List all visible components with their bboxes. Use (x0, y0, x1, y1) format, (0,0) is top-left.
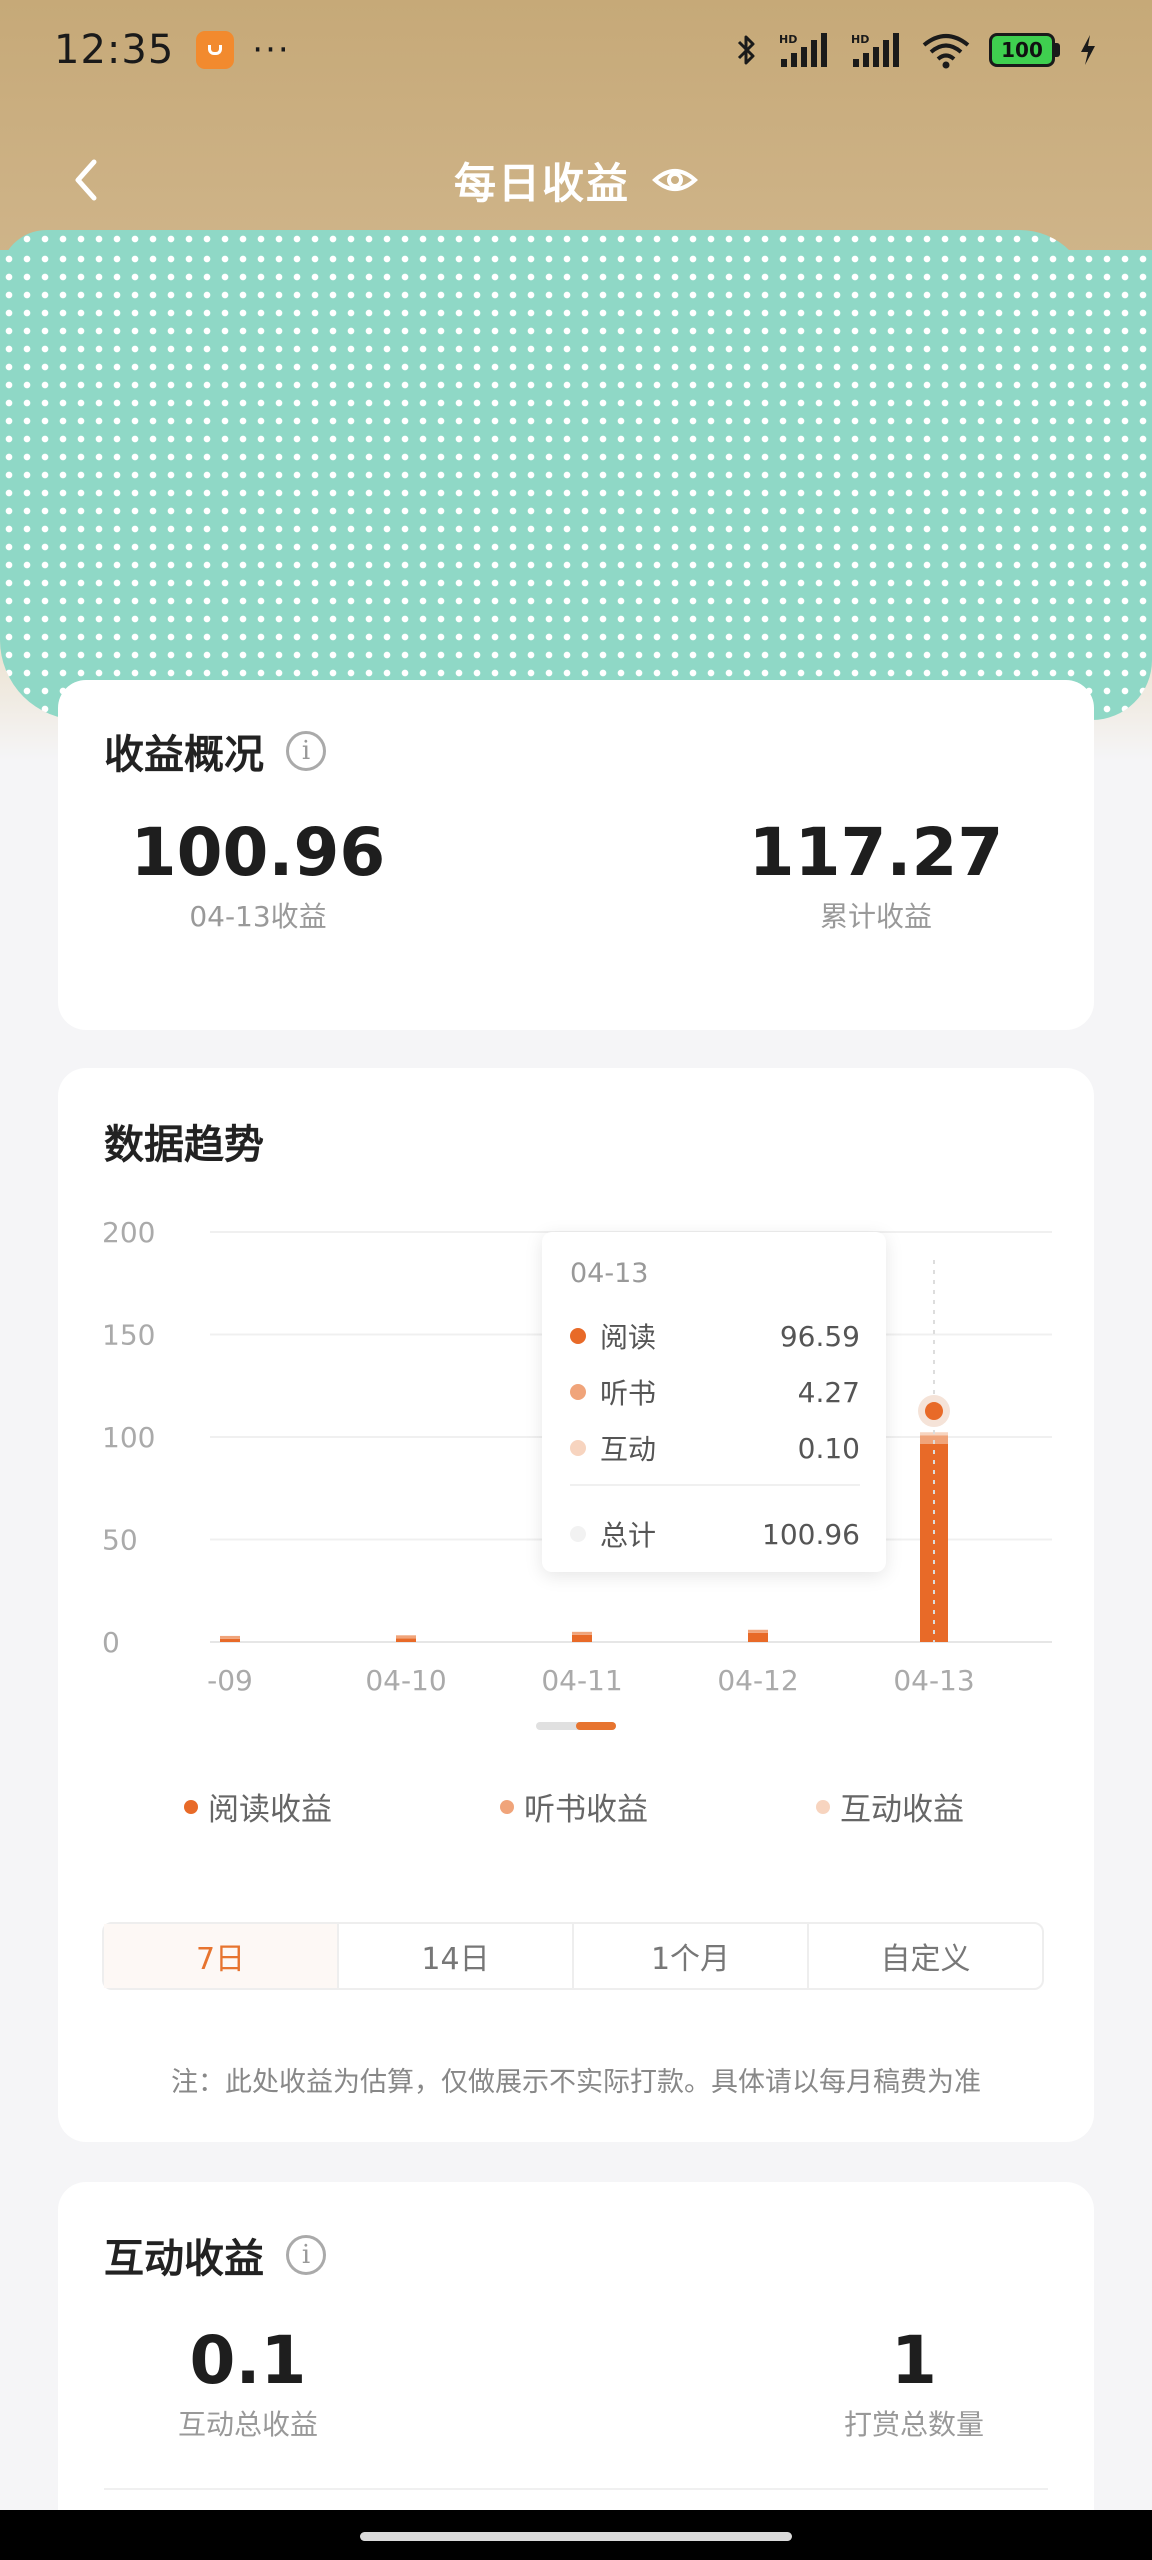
app-icon (196, 31, 235, 69)
legend-dot (184, 1799, 198, 1814)
bar-听书收益[interactable] (572, 1631, 592, 1635)
tooltip-total-label: 总计 (600, 1519, 657, 1552)
legend-dot (570, 1384, 586, 1400)
legend-dot (570, 1526, 586, 1542)
status-icons: HD HD 100 (735, 31, 1098, 69)
signal-hd-icon: HD (851, 33, 899, 67)
tooltip-label: 互动 (600, 1433, 657, 1466)
total-earnings: 117.27 累计收益 (746, 814, 1006, 935)
svg-text:HD: HD (779, 33, 797, 46)
legend-read[interactable]: 阅读收益 (184, 1784, 332, 1829)
y-tick-label: 0 (102, 1626, 120, 1659)
legend-dot (570, 1440, 586, 1456)
range-7-days[interactable]: 7日 (104, 1924, 339, 1988)
info-icon[interactable]: i (286, 2235, 326, 2275)
overview-card: 收益概况 i 100.96 04-13收益 117.27 累计收益 (58, 680, 1094, 1030)
legend-label: 听书收益 (524, 1792, 648, 1828)
range-custom[interactable]: 自定义 (809, 1924, 1042, 1988)
charging-icon (1081, 35, 1095, 65)
tooltip-value: 4.27 (797, 1375, 860, 1409)
range-14-days[interactable]: 14日 (339, 1924, 574, 1988)
chart-scroll-thumb[interactable] (576, 1722, 616, 1730)
interaction-total-label: 互动总收益 (177, 2408, 318, 2441)
bar-阅读收益[interactable] (572, 1634, 592, 1642)
tooltip-row: 听书 4.27 (570, 1372, 860, 1412)
interaction-card: 互动收益 i 0.1 互动总收益 1 打赏总数量 (58, 2182, 1094, 2560)
legend-dot (816, 1799, 830, 1814)
x-tick-label: 04-13 (893, 1664, 974, 1697)
battery-icon: 100 (989, 33, 1055, 67)
x-tick-label: 04-10 (365, 1664, 446, 1697)
total-earnings-label: 累计收益 (819, 900, 932, 933)
y-tick-label: 100 (102, 1421, 155, 1454)
chart-scroll-track[interactable] (536, 1722, 616, 1730)
y-tick-label: 150 (102, 1319, 155, 1352)
tooltip-row: 互动 0.10 (570, 1428, 860, 1468)
bluetooth-icon (737, 35, 755, 65)
bar-听书收益[interactable] (748, 1629, 768, 1633)
legend-listen[interactable]: 听书收益 (500, 1784, 648, 1829)
bar-阅读收益[interactable] (220, 1638, 240, 1642)
daily-earnings-label: 04-13收益 (189, 900, 327, 933)
legend-dot (500, 1799, 514, 1814)
tooltip-total-value: 100.96 (762, 1517, 860, 1551)
tooltip-divider (570, 1484, 860, 1486)
y-tick-label: 50 (102, 1524, 138, 1557)
tip-count-value: 1 (891, 2322, 937, 2399)
interaction-total-value: 0.1 (189, 2322, 307, 2399)
status-time: 12:35 (54, 27, 175, 73)
chevron-left-icon[interactable] (60, 152, 116, 208)
daily-earnings-value: 100.96 (130, 814, 386, 891)
legend-interact[interactable]: 互动收益 (816, 1784, 964, 1829)
tip-count: 1 打赏总数量 (794, 2322, 1034, 2443)
redaction-mask (0, 250, 1152, 720)
range-selector: 7日 14日 1个月 自定义 (102, 1922, 1044, 1990)
total-earnings-value: 117.27 (748, 814, 1004, 891)
navigation-bar: 每日收益 (0, 130, 1152, 230)
daily-earnings: 100.96 04-13收益 (128, 814, 388, 935)
tooltip-value: 0.10 (797, 1431, 860, 1465)
interaction-title: 互动收益 (104, 2236, 264, 2282)
chart-tooltip: 04-13 阅读 96.59 听书 4.27 互动 0.10 总计 100.96 (542, 1232, 886, 1572)
range-1-month[interactable]: 1个月 (574, 1924, 809, 1988)
battery-nub (1055, 43, 1060, 57)
bar-听书收益[interactable] (396, 1635, 416, 1639)
legend-dot (570, 1328, 586, 1344)
battery-level: 100 (1001, 38, 1043, 62)
trend-title: 数据趋势 (104, 1122, 264, 1168)
bar-阅读收益[interactable] (396, 1638, 416, 1642)
svg-text:HD: HD (851, 33, 869, 46)
y-tick-label: 200 (102, 1216, 155, 1249)
x-tick-label: -09 (207, 1664, 253, 1697)
legend-label: 互动收益 (840, 1792, 964, 1828)
interaction-total: 0.1 互动总收益 (128, 2322, 368, 2443)
x-tick-label: 04-12 (717, 1664, 798, 1697)
overview-title: 收益概况 (104, 732, 264, 778)
page-title: 每日收益 (453, 158, 630, 208)
x-tick-label: 04-11 (541, 1664, 622, 1697)
eye-icon[interactable] (652, 157, 698, 203)
legend-label: 阅读收益 (208, 1792, 332, 1828)
tooltip-date: 04-13 (570, 1258, 649, 1289)
divider (104, 2488, 1048, 2490)
tooltip-total-row: 总计 100.96 (570, 1514, 860, 1554)
tooltip-label: 听书 (600, 1377, 657, 1410)
bar-听书收益[interactable] (220, 1635, 240, 1639)
highlight-point[interactable] (925, 1402, 943, 1421)
signal-hd-icon: HD (779, 33, 827, 67)
status-bar: 12:35 ··· HD HD 100 (0, 0, 1152, 100)
bar-阅读收益[interactable] (748, 1632, 768, 1642)
tooltip-label: 阅读 (600, 1321, 657, 1354)
wifi-icon (922, 34, 970, 69)
tip-count-label: 打赏总数量 (843, 2408, 984, 2441)
tooltip-row: 阅读 96.59 (570, 1316, 860, 1356)
disclaimer-note: 注：此处收益为估算，仅做展示不实际打款。具体请以每月稿费为准 (171, 2067, 981, 2098)
tooltip-value: 96.59 (779, 1319, 860, 1353)
more-notifications-icon: ··· (252, 30, 291, 70)
home-indicator[interactable] (360, 2532, 792, 2541)
info-icon[interactable]: i (286, 731, 326, 771)
